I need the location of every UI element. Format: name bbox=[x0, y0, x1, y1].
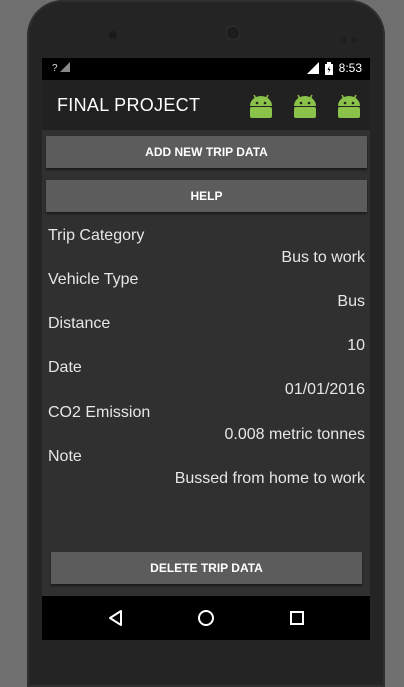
clock: 8:53 bbox=[338, 61, 362, 75]
distance-label: Distance bbox=[48, 315, 111, 332]
action-bar: FINAL PROJECT bbox=[42, 80, 370, 130]
page-title: FINAL PROJECT bbox=[57, 95, 201, 115]
co2-emission-label: CO2 Emission bbox=[48, 404, 151, 421]
note-value: Bussed from home to work bbox=[174, 470, 365, 487]
cell-signal-icon bbox=[60, 62, 71, 72]
android-icon[interactable] bbox=[336, 92, 362, 120]
home-icon[interactable] bbox=[196, 608, 216, 628]
sensors bbox=[341, 30, 363, 43]
front-camera bbox=[109, 31, 117, 39]
vehicle-type-value: Bus bbox=[337, 293, 365, 310]
co2-emission-value: 0.008 metric tonnes bbox=[224, 426, 365, 443]
add-new-trip-data-button[interactable]: ADD NEW TRIP DATA bbox=[46, 136, 367, 168]
date-label: Date bbox=[48, 359, 82, 376]
help-button[interactable]: HELP bbox=[46, 180, 367, 212]
signal-label: ? bbox=[52, 63, 58, 74]
back-icon[interactable] bbox=[106, 608, 126, 628]
recents-icon[interactable] bbox=[287, 608, 307, 628]
date-value: 01/01/2016 bbox=[284, 381, 365, 398]
delete-trip-data-button[interactable]: DELETE TRIP DATA bbox=[51, 552, 362, 584]
trip-category-value: Bus to work bbox=[281, 249, 365, 266]
note-label: Note bbox=[48, 448, 82, 465]
status-bar: ? 8:53 bbox=[42, 58, 370, 80]
earpiece-speaker bbox=[225, 25, 241, 41]
android-icon[interactable] bbox=[292, 92, 318, 120]
app-screen: ? 8:53 FINAL PROJECT ADD NEW TRIP DATA H… bbox=[42, 58, 370, 640]
vehicle-type-label: Vehicle Type bbox=[48, 271, 139, 288]
android-icon[interactable] bbox=[248, 92, 274, 120]
trip-category-label: Trip Category bbox=[48, 227, 145, 244]
navigation-bar bbox=[42, 596, 370, 640]
signal-indicator: ? bbox=[52, 62, 71, 74]
signal-strength-icon bbox=[306, 62, 319, 74]
battery-icon bbox=[324, 61, 333, 75]
distance-value: 10 bbox=[347, 337, 365, 354]
